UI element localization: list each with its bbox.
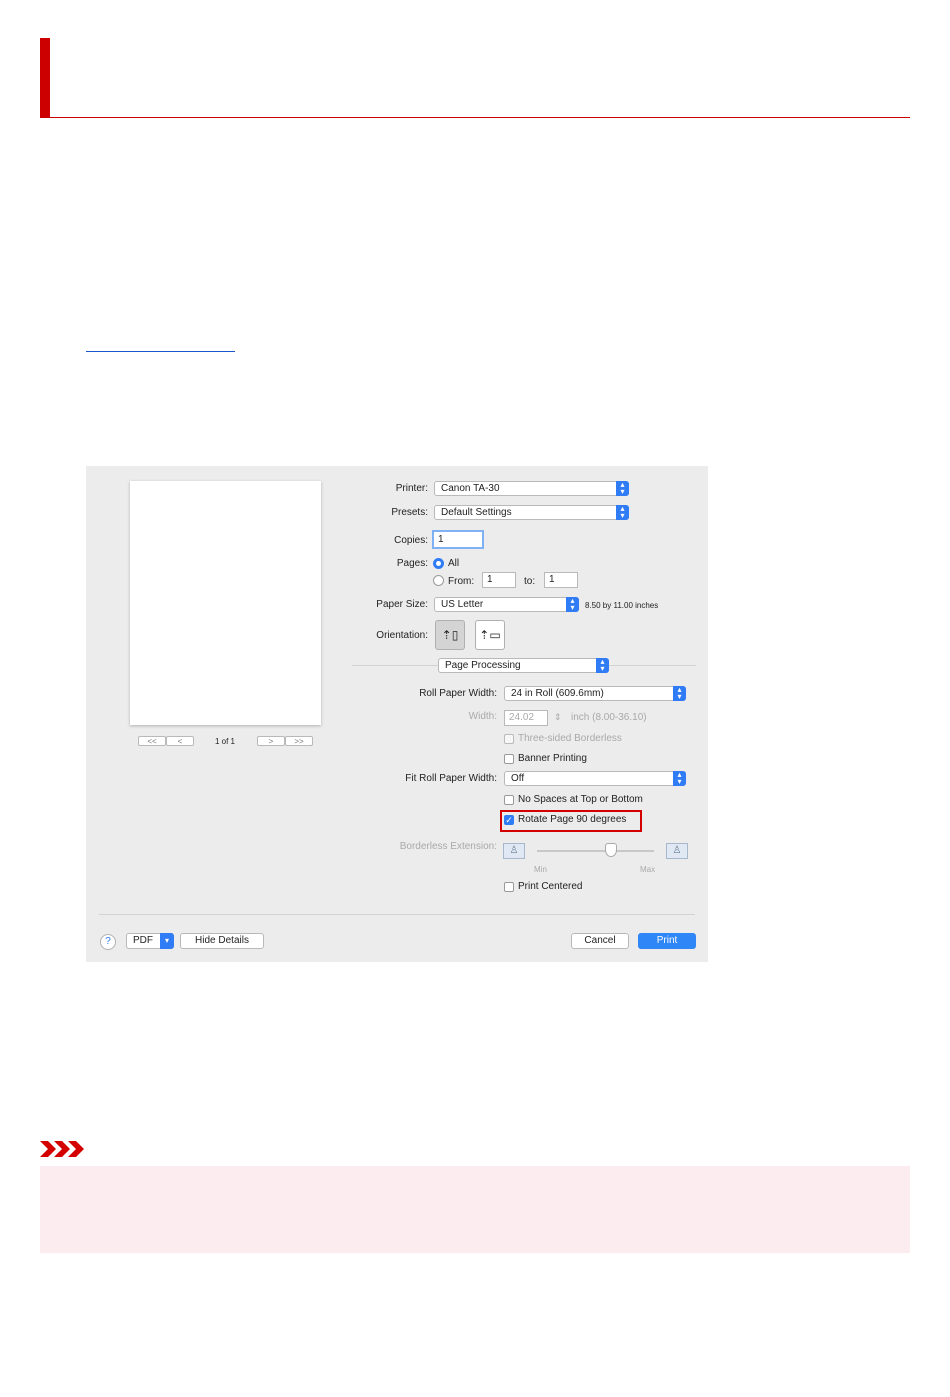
- borderless-extension-slider-knob[interactable]: [605, 843, 617, 857]
- page-title-accent-bar: [40, 38, 50, 118]
- landscape-icon: ⇡▭: [479, 628, 501, 642]
- copies-field[interactable]: 1: [432, 530, 484, 549]
- popup-arrows-icon: ▴ ▾: [596, 658, 609, 673]
- fit-roll-paper-width-label: Fit Roll Paper Width:: [405, 773, 497, 784]
- hide-details-button[interactable]: Hide Details: [180, 933, 264, 949]
- paper-size-value: US Letter: [441, 599, 484, 610]
- paper-size-dimensions: 8.50 by 11.00 inches: [585, 601, 659, 610]
- print-centered-checkbox[interactable]: [504, 882, 514, 892]
- borderless-min-icon: ♙: [503, 843, 525, 859]
- borderless-max-icon: ♙: [666, 843, 688, 859]
- section-value: Page Processing: [445, 660, 521, 671]
- three-sided-borderless-checkbox[interactable]: [504, 734, 514, 744]
- roll-paper-width-label: Roll Paper Width:: [419, 688, 497, 699]
- no-spaces-checkbox[interactable]: [504, 795, 514, 805]
- width-unit: inch (8.00-36.10): [571, 712, 647, 723]
- three-sided-borderless-label: Three-sided Borderless: [518, 733, 622, 744]
- portrait-icon: ⇡▯: [441, 628, 459, 642]
- no-spaces-label: No Spaces at Top or Bottom: [518, 794, 643, 805]
- orientation-label: Orientation:: [376, 630, 428, 641]
- paper-size-popup[interactable]: US Letter ▴ ▾: [434, 597, 579, 612]
- rotate-page-highlight-box: [500, 810, 642, 832]
- preview-page-indicator: 1 of 1: [214, 737, 235, 746]
- landscape-orientation-button[interactable]: ⇡▭: [475, 620, 505, 650]
- chevron-down-icon: ▾: [160, 933, 174, 949]
- popup-arrows-icon: ▴ ▾: [616, 481, 629, 496]
- presets-value: Default Settings: [441, 507, 512, 518]
- width-stepper-icon[interactable]: ⇕: [554, 711, 562, 723]
- paper-size-label: Paper Size:: [376, 599, 428, 610]
- fit-roll-paper-width-value: Off: [511, 773, 525, 784]
- presets-popup[interactable]: Default Settings ▴ ▾: [434, 505, 629, 520]
- pdf-menu-button[interactable]: PDF ▾: [126, 933, 174, 949]
- preview-prev-button[interactable]: <: [166, 736, 194, 746]
- borderless-max-label: Max: [640, 865, 656, 874]
- printer-label: Printer:: [395, 483, 428, 494]
- banner-printing-checkbox[interactable]: [504, 754, 514, 764]
- banner-printing-label: Banner Printing: [518, 753, 587, 764]
- copies-label: Copies:: [394, 535, 428, 546]
- important-chevrons-icon: [40, 1141, 84, 1157]
- pages-from-field[interactable]: 1: [482, 572, 516, 588]
- cancel-button[interactable]: Cancel: [571, 933, 629, 949]
- popup-arrows-icon: ▴ ▾: [673, 771, 686, 786]
- popup-arrows-icon: ▴ ▾: [566, 597, 579, 612]
- pdf-label: PDF: [133, 935, 153, 946]
- printer-value: Canon TA-30: [441, 483, 500, 494]
- portrait-orientation-button[interactable]: ⇡▯: [435, 620, 465, 650]
- footer-divider: [99, 914, 695, 915]
- section-popup[interactable]: Page Processing ▴ ▾: [438, 658, 609, 673]
- page-preview: [130, 481, 321, 725]
- pages-to-label: to:: [524, 576, 536, 587]
- preview-last-button[interactable]: >>: [285, 736, 313, 746]
- popup-arrows-icon: ▴ ▾: [673, 686, 686, 701]
- borderless-extension-slider-track[interactable]: [537, 850, 654, 852]
- width-field[interactable]: 24.02: [504, 710, 548, 726]
- width-label: Width:: [468, 711, 497, 722]
- pages-all-label: All: [448, 558, 460, 569]
- pages-from-radio[interactable]: [433, 575, 444, 586]
- print-centered-label: Print Centered: [518, 881, 583, 892]
- hyperlink-underline[interactable]: [86, 351, 235, 352]
- print-button[interactable]: Print: [638, 933, 696, 949]
- roll-paper-width-popup[interactable]: 24 in Roll (609.6mm) ▴ ▾: [504, 686, 686, 701]
- preview-next-button[interactable]: >: [257, 736, 285, 746]
- important-note-box: [40, 1166, 910, 1253]
- pages-all-radio[interactable]: [433, 558, 444, 569]
- pages-from-label: From:: [448, 576, 475, 587]
- borderless-extension-label: Borderless Extension:: [399, 841, 497, 852]
- borderless-min-label: Min: [534, 865, 547, 874]
- pages-to-field[interactable]: 1: [544, 572, 578, 588]
- pages-label: Pages:: [396, 558, 428, 569]
- popup-arrows-icon: ▴ ▾: [616, 505, 629, 520]
- presets-label: Presets:: [391, 507, 428, 518]
- help-button[interactable]: ?: [100, 934, 116, 950]
- fit-roll-paper-width-popup[interactable]: Off ▴ ▾: [504, 771, 686, 786]
- page-title-rule: [40, 117, 910, 118]
- preview-first-button[interactable]: <<: [138, 736, 166, 746]
- roll-paper-width-value: 24 in Roll (609.6mm): [511, 688, 604, 699]
- printer-popup[interactable]: Canon TA-30 ▴ ▾: [434, 481, 629, 496]
